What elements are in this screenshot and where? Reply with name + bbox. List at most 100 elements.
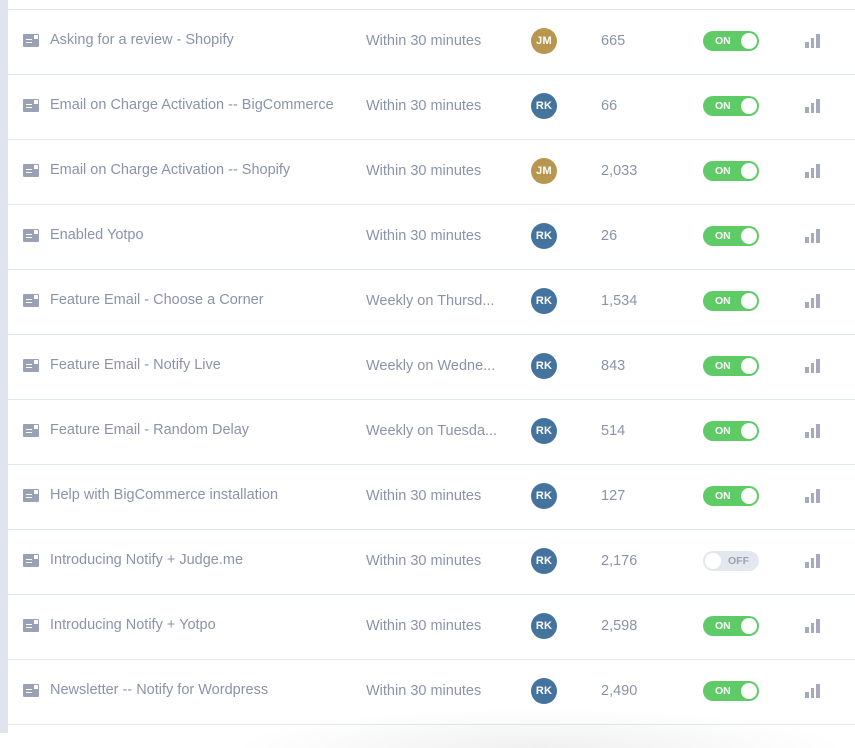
stats-cell (805, 529, 835, 593)
schedule-text: Within 30 minutes (366, 488, 482, 504)
status-toggle[interactable]: OFF (703, 551, 759, 571)
stats-cell (805, 204, 835, 268)
status-toggle[interactable]: ON (703, 356, 759, 376)
toggle-label: ON (715, 360, 731, 372)
message-name[interactable]: Enabled Yotpo (50, 227, 144, 243)
table-row[interactable]: Introducing Notify + Yotpo Within 30 min… (8, 595, 855, 660)
status-cell: ON (703, 334, 773, 398)
status-cell: ON (703, 204, 773, 268)
message-name[interactable]: Feature Email - Random Delay (50, 422, 249, 438)
table-row[interactable]: Email on Charge Activation -- Shopify Wi… (8, 140, 855, 205)
sent-count: 2,033 (601, 163, 638, 179)
toggle-label: OFF (728, 555, 749, 567)
bar-chart-icon[interactable] (805, 424, 820, 438)
status-toggle[interactable]: ON (703, 681, 759, 701)
sent-count: 514 (601, 423, 626, 439)
toggle-knob (741, 358, 757, 374)
toggle-label: ON (715, 490, 731, 502)
status-toggle[interactable]: ON (703, 616, 759, 636)
bar-chart-icon[interactable] (805, 229, 820, 243)
message-icon (23, 683, 39, 697)
sent-count: 843 (601, 358, 626, 374)
schedule-text: Weekly on Thursd... (366, 293, 495, 309)
stats-cell (805, 9, 835, 73)
schedule-text: Within 30 minutes (366, 228, 482, 244)
message-icon (23, 33, 39, 47)
count-cell: 514 (601, 399, 691, 463)
schedule-text: Within 30 minutes (366, 618, 482, 634)
table-row[interactable]: Feature Email - Notify Live Weekly on We… (8, 335, 855, 400)
status-toggle[interactable]: ON (703, 486, 759, 506)
count-cell: 2,490 (601, 659, 691, 723)
avatar: JM (531, 28, 557, 54)
bar-chart-icon[interactable] (805, 34, 820, 48)
message-name[interactable]: Introducing Notify + Yotpo (50, 617, 216, 633)
bar-chart-icon[interactable] (805, 619, 820, 633)
table-row[interactable]: Feature Email - Choose a Corner Weekly o… (8, 270, 855, 335)
table-row[interactable]: Email on Charge Activation -- BigCommerc… (8, 75, 855, 140)
stats-cell (805, 399, 835, 463)
message-icon (23, 618, 39, 632)
table-row[interactable]: Newsletter -- Notify for Wordpress Withi… (8, 660, 855, 725)
owner-cell: RK (531, 529, 571, 593)
avatar: RK (531, 548, 557, 574)
stats-cell (805, 74, 835, 138)
message-name[interactable]: Email on Charge Activation -- BigCommerc… (50, 97, 334, 113)
message-name[interactable]: Newsletter -- Notify for Wordpress (50, 682, 268, 698)
message-icon (23, 488, 39, 502)
owner-cell: JM (531, 9, 571, 73)
table-row[interactable]: Asking for a review - Shopify Within 30 … (8, 10, 855, 75)
avatar: JM (531, 158, 557, 184)
message-name[interactable]: Help with BigCommerce installation (50, 487, 278, 503)
table-row[interactable]: Enabled Yotpo Within 30 minutes RK 26 ON (8, 205, 855, 270)
name-cell: Email on Charge Activation -- BigCommerc… (23, 74, 368, 138)
status-toggle[interactable]: ON (703, 31, 759, 51)
sent-count: 2,490 (601, 683, 638, 699)
name-cell: Feature Email - Choose a Corner (23, 269, 368, 333)
stats-cell (805, 659, 835, 723)
schedule-cell: Within 30 minutes (366, 139, 506, 203)
toggle-label: ON (715, 685, 731, 697)
toggle-label: ON (715, 425, 731, 437)
schedule-text: Within 30 minutes (366, 98, 482, 114)
avatar: RK (531, 288, 557, 314)
bar-chart-icon[interactable] (805, 489, 820, 503)
toggle-knob (741, 228, 757, 244)
bar-chart-icon[interactable] (805, 684, 820, 698)
table-row[interactable]: Feature Email - Random Delay Weekly on T… (8, 400, 855, 465)
message-name[interactable]: Feature Email - Notify Live (50, 357, 221, 373)
sent-count: 2,598 (601, 618, 638, 634)
schedule-cell: Weekly on Thursd... (366, 269, 506, 333)
status-toggle[interactable]: ON (703, 96, 759, 116)
message-icon (23, 163, 39, 177)
avatar: RK (531, 93, 557, 119)
name-cell: Asking for a review - Shopify (23, 9, 368, 73)
stats-cell (805, 139, 835, 203)
status-cell: ON (703, 399, 773, 463)
sent-count: 665 (601, 33, 626, 49)
table-row[interactable]: Introducing Notify + Judge.me Within 30 … (8, 530, 855, 595)
schedule-text: Within 30 minutes (366, 553, 482, 569)
count-cell: 843 (601, 334, 691, 398)
status-toggle[interactable]: ON (703, 421, 759, 441)
message-name[interactable]: Asking for a review - Shopify (50, 32, 234, 48)
status-toggle[interactable]: ON (703, 226, 759, 246)
message-name[interactable]: Email on Charge Activation -- Shopify (50, 162, 290, 178)
toggle-knob (741, 618, 757, 634)
status-toggle[interactable]: ON (703, 291, 759, 311)
status-cell: OFF (703, 529, 773, 593)
schedule-cell: Within 30 minutes (366, 594, 506, 658)
bar-chart-icon[interactable] (805, 359, 820, 373)
name-cell: Help with BigCommerce installation (23, 464, 368, 528)
message-name[interactable]: Feature Email - Choose a Corner (50, 292, 264, 308)
schedule-cell: Within 30 minutes (366, 74, 506, 138)
bar-chart-icon[interactable] (805, 294, 820, 308)
bar-chart-icon[interactable] (805, 164, 820, 178)
status-toggle[interactable]: ON (703, 161, 759, 181)
name-cell: Enabled Yotpo (23, 204, 368, 268)
status-cell: ON (703, 9, 773, 73)
table-row[interactable]: Help with BigCommerce installation Withi… (8, 465, 855, 530)
bar-chart-icon[interactable] (805, 554, 820, 568)
message-name[interactable]: Introducing Notify + Judge.me (50, 552, 243, 568)
bar-chart-icon[interactable] (805, 99, 820, 113)
